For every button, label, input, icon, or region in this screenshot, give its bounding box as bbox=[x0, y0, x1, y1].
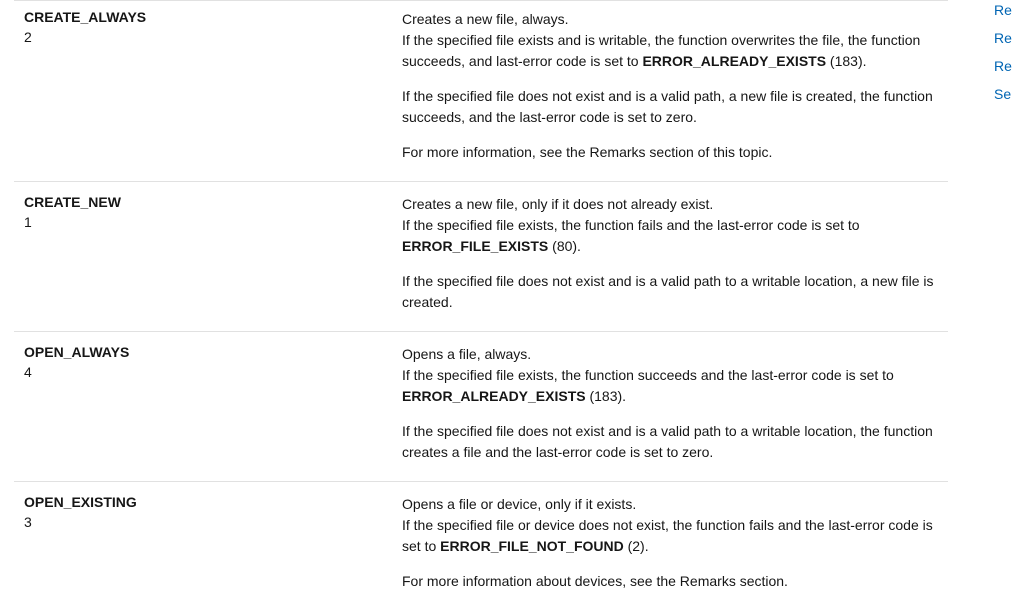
description-line: If the specified file exists, the functi… bbox=[402, 365, 938, 407]
param-name: OPEN_ALWAYS bbox=[24, 344, 382, 360]
description-line: If the specified file exists, the functi… bbox=[402, 215, 938, 257]
sidebar-nav-link[interactable]: Re bbox=[994, 28, 1028, 48]
description-line: If the specified file does not exist and… bbox=[402, 271, 938, 313]
description-paragraph: For more information about devices, see … bbox=[402, 571, 938, 592]
description-paragraph: If the specified file does not exist and… bbox=[402, 421, 938, 463]
param-name: CREATE_NEW bbox=[24, 194, 382, 210]
table-row: OPEN_EXISTING 3 Opens a file or device, on… bbox=[14, 481, 948, 610]
param-value: 2 bbox=[24, 29, 382, 45]
parameter-table: CREATE_ALWAYS 2 Creates a new file, always… bbox=[0, 0, 962, 610]
description-line: Creates a new file, only if it does not … bbox=[402, 194, 938, 215]
description-line: For more information, see the Remarks se… bbox=[402, 142, 938, 163]
param-left-cell: OPEN_EXISTING 3 bbox=[14, 494, 402, 592]
param-name: CREATE_ALWAYS bbox=[24, 9, 382, 25]
description-line: Creates a new file, always. bbox=[402, 9, 938, 30]
table-row: OPEN_ALWAYS4Opens a file, always.If the … bbox=[14, 331, 948, 481]
description-line: If the specified file exists and is writ… bbox=[402, 30, 938, 72]
description-line: If the specified file does not exist and… bbox=[402, 86, 938, 128]
param-left-cell: CREATE_NEW 1 bbox=[14, 194, 402, 313]
table-row: CREATE_ALWAYS 2 Creates a new file, always… bbox=[14, 0, 948, 181]
description-paragraph: If the specified file does not exist and… bbox=[402, 271, 938, 313]
description-line: If the specified file does not exist and… bbox=[402, 421, 938, 463]
right-nav-sidebar: Re Re Re Se bbox=[994, 0, 1028, 112]
description-paragraph: Creates a new file, always.If the specif… bbox=[402, 9, 938, 72]
description-paragraph: Opens a file or device, only if it exist… bbox=[402, 494, 938, 557]
param-description-cell: Creates a new file, always.If the specif… bbox=[402, 9, 948, 163]
error-constant: ERROR_ALREADY_EXISTS bbox=[402, 388, 586, 404]
param-description-cell: Opens a file or device, only if it exist… bbox=[402, 494, 948, 592]
param-description-cell: Opens a file, always.If the specified fi… bbox=[402, 344, 948, 463]
description-paragraph: Creates a new file, only if it does not … bbox=[402, 194, 938, 257]
param-left-cell: OPEN_ALWAYS 4 bbox=[14, 344, 402, 463]
param-value: 1 bbox=[24, 214, 382, 230]
param-value: 3 bbox=[24, 514, 382, 530]
description-paragraph: If the specified file does not exist and… bbox=[402, 86, 938, 128]
description-line: Opens a file, always. bbox=[402, 344, 938, 365]
error-constant: ERROR_FILE_NOT_FOUND bbox=[440, 538, 624, 554]
description-line: For more information about devices, see … bbox=[402, 571, 938, 592]
description-paragraph: For more information, see the Remarks se… bbox=[402, 142, 938, 163]
description-line: Opens a file or device, only if it exist… bbox=[402, 494, 938, 515]
param-description-cell: Creates a new file, only if it does not … bbox=[402, 194, 948, 313]
param-name: OPEN_EXISTING bbox=[24, 494, 382, 510]
param-left-cell: CREATE_ALWAYS 2 bbox=[14, 9, 402, 163]
param-value: 4 bbox=[24, 364, 382, 380]
sidebar-nav-link[interactable]: Re bbox=[994, 56, 1028, 76]
error-constant: ERROR_ALREADY_EXISTS bbox=[642, 53, 826, 69]
error-constant: ERROR_FILE_EXISTS bbox=[402, 238, 548, 254]
sidebar-nav-link[interactable]: Re bbox=[994, 0, 1028, 20]
description-line: If the specified file or device does not… bbox=[402, 515, 938, 557]
sidebar-nav-link[interactable]: Se bbox=[994, 84, 1028, 104]
description-paragraph: Opens a file, always.If the specified fi… bbox=[402, 344, 938, 407]
table-row: CREATE_NEW 1 Creates a new file, only if i… bbox=[14, 181, 948, 331]
